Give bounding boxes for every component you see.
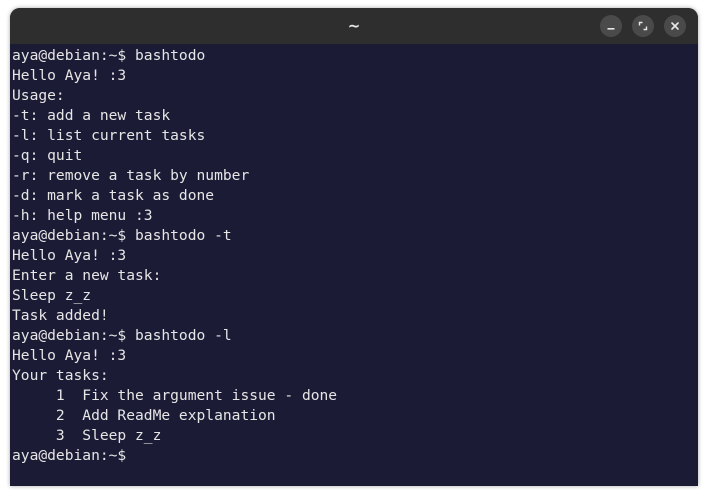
terminal-line: aya@debian:~$ bashtodo [12,47,206,64]
terminal-line: Hello Aya! :3 [12,67,127,84]
terminal-line: Hello Aya! :3 [12,347,127,364]
terminal-line: Hello Aya! :3 [12,247,127,264]
terminal-line: 3 Sleep z_z [12,427,162,444]
terminal-line: 2 Add ReadMe explanation [12,407,276,424]
terminal-line: -h: help menu :3 [12,207,153,224]
terminal-line: -r: remove a task by number [12,167,250,184]
window-controls [600,15,686,37]
terminal-line: aya@debian:~$ bashtodo -t [12,227,232,244]
terminal-prompt-line[interactable]: aya@debian:~$ [12,446,698,466]
minimize-icon [606,21,616,31]
terminal-window: ~ aya@debian:~$ bashtodo Hello Aya!:3 U… [10,8,698,486]
terminal-line: Task added! [12,307,109,324]
minimize-button[interactable] [600,15,622,37]
terminal-line: Your tasks: [12,367,109,384]
terminal-line: Usage: [12,87,65,104]
title-bar[interactable]: ~ [10,8,698,44]
close-icon [670,21,680,31]
window-title: ~ [347,17,361,35]
terminal-line: -l: list current tasks [12,127,206,144]
terminal-line: 1 Fix the argument issue - done [12,387,338,404]
terminal-line: Sleep z_z [12,287,92,304]
terminal-line: -t: add a new task [12,107,171,124]
terminal-line: -q: quit [12,147,83,164]
close-button[interactable] [664,15,686,37]
maximize-icon [638,21,648,31]
terminal-output[interactable]: aya@debian:~$ bashtodo Hello Aya! :3 Usa… [12,44,698,486]
terminal-line: -d: mark a task as done [12,187,215,204]
maximize-button[interactable] [632,15,654,37]
terminal-line: aya@debian:~$ bashtodo -l [12,327,232,344]
terminal-line: Enter a new task: [12,267,162,284]
